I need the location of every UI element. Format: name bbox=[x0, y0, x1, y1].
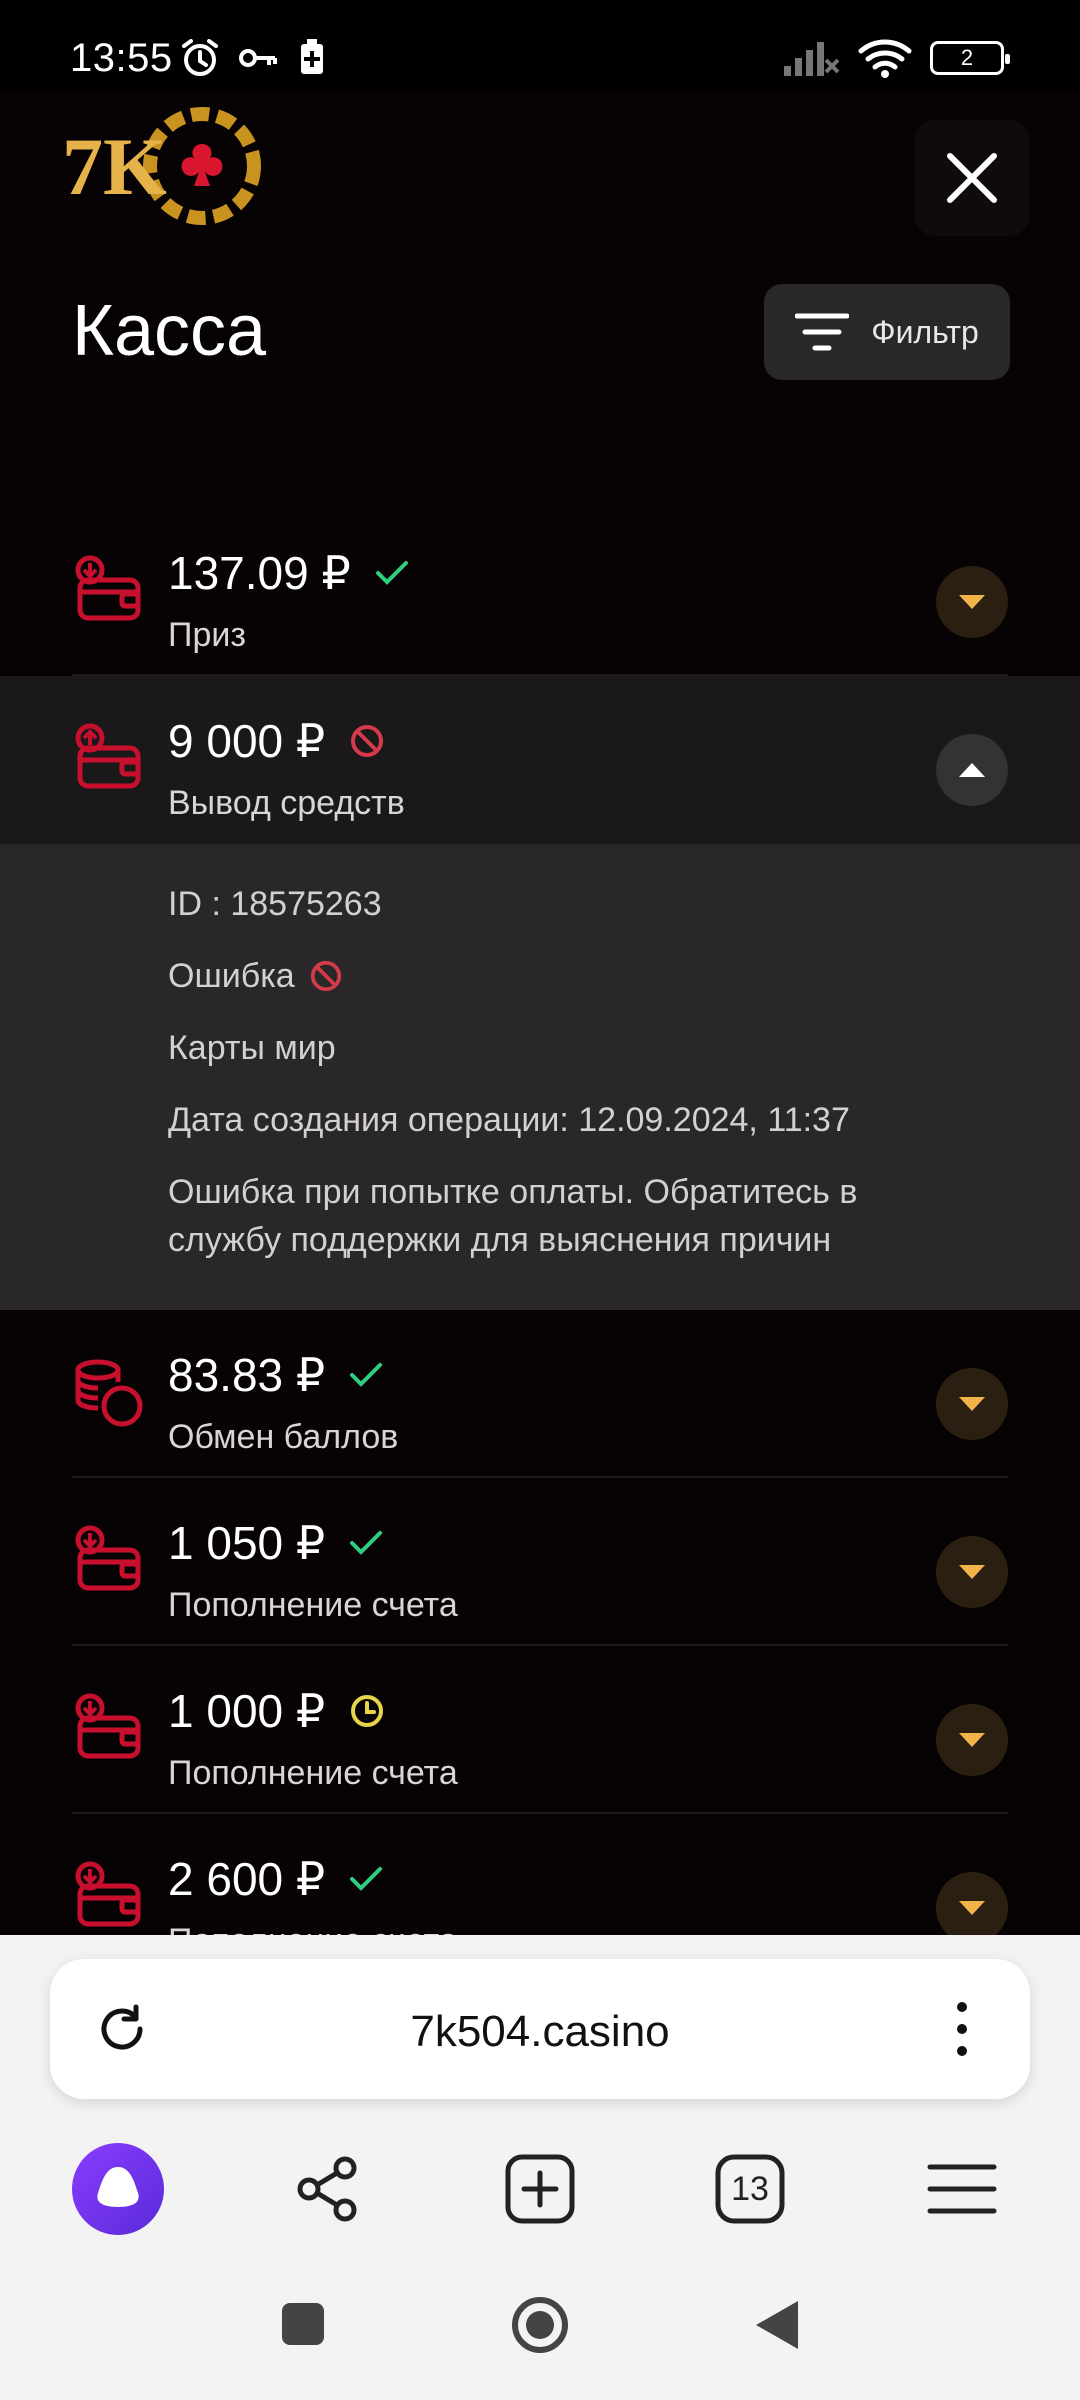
blocked-icon bbox=[351, 725, 384, 757]
blocked-icon bbox=[310, 960, 341, 992]
chevron-down-icon bbox=[959, 595, 985, 609]
svg-text:7K: 7K bbox=[62, 121, 167, 212]
signal-icon bbox=[784, 42, 840, 76]
transaction-type: Пополнение счета bbox=[168, 1586, 458, 1624]
share-icon bbox=[297, 2156, 357, 2222]
expand-button[interactable] bbox=[936, 1704, 1008, 1776]
check-icon bbox=[350, 1363, 383, 1387]
close-button[interactable] bbox=[914, 120, 1030, 236]
expand-button[interactable] bbox=[936, 1368, 1008, 1440]
page-title: Касса bbox=[72, 291, 267, 371]
transaction-row[interactable]: 1 000 ₽ Пополнение счета bbox=[0, 1646, 1080, 1814]
transaction-amount: 83.83 ₽ bbox=[168, 1349, 326, 1401]
transaction-row[interactable]: 83.83 ₽ Обмен баллов bbox=[0, 1310, 1080, 1478]
check-icon bbox=[350, 1531, 383, 1555]
status-time: 13:55 bbox=[70, 36, 173, 80]
plus-square-icon bbox=[505, 2154, 575, 2224]
expand-button[interactable] bbox=[936, 1536, 1008, 1608]
browser-bottom-nav: 13 bbox=[0, 2135, 1080, 2255]
brand-logo[interactable]: 7K bbox=[60, 100, 270, 230]
expand-button[interactable] bbox=[936, 566, 1008, 638]
transaction-row[interactable]: 137.09 ₽ Приз bbox=[0, 508, 1080, 676]
system-navigation bbox=[0, 2285, 1080, 2400]
clock-icon bbox=[351, 1695, 384, 1727]
status-icons-left bbox=[178, 34, 330, 82]
hamburger-icon bbox=[927, 2164, 997, 2214]
address-bar[interactable]: 7k504.casino bbox=[50, 1959, 1030, 2099]
wifi-icon bbox=[858, 39, 912, 78]
check-icon bbox=[375, 561, 408, 585]
chevron-down-icon bbox=[959, 1565, 985, 1579]
tabs-count: 13 bbox=[731, 2169, 769, 2208]
alarm-icon bbox=[182, 39, 218, 76]
transaction-row[interactable]: 1 050 ₽ Пополнение счета bbox=[0, 1478, 1080, 1646]
details-id: ID : 18575263 bbox=[168, 885, 382, 923]
details-status-row: Ошибка bbox=[168, 952, 1080, 1000]
transaction-type: Вывод средств bbox=[168, 784, 405, 822]
chevron-up-icon bbox=[959, 763, 985, 777]
transaction-type: Пополнение счета bbox=[168, 1754, 458, 1792]
transaction-amount: 1 000 ₽ bbox=[168, 1685, 326, 1737]
wallet-in-icon bbox=[75, 1861, 141, 1927]
battery-saver-icon bbox=[301, 39, 323, 74]
close-icon bbox=[947, 153, 997, 203]
alice-icon bbox=[72, 2143, 164, 2235]
filter-icon bbox=[795, 313, 850, 351]
coins-icon bbox=[75, 1359, 143, 1427]
transaction-details: ID : 18575263 Ошибка Карты мир Дата созд… bbox=[0, 844, 1080, 1310]
transaction-amount: 2 600 ₽ bbox=[168, 1853, 326, 1905]
status-bar: 13:55 2 bbox=[0, 0, 1080, 90]
transaction-row[interactable]: 9 000 ₽ Вывод средств bbox=[0, 676, 1080, 844]
cashier-panel: 7K Касса Фильтр 137.09 ₽ Приз 9 000 ₽ Вы… bbox=[0, 90, 1080, 1982]
transaction-amount: 1 050 ₽ bbox=[168, 1517, 326, 1569]
collapse-button[interactable] bbox=[936, 734, 1008, 806]
wallet-in-icon bbox=[75, 555, 141, 621]
transaction-type: Приз bbox=[168, 616, 246, 654]
chevron-down-icon bbox=[959, 1733, 985, 1747]
new-tab-button[interactable] bbox=[492, 2141, 588, 2237]
wallet-out-icon bbox=[75, 723, 141, 789]
transaction-amount: 9 000 ₽ bbox=[168, 715, 326, 767]
alice-button[interactable] bbox=[70, 2141, 166, 2237]
tabs-button[interactable]: 13 bbox=[702, 2141, 798, 2237]
url-text[interactable]: 7k504.casino bbox=[50, 2007, 1030, 2057]
battery-indicator: 2 bbox=[930, 41, 1010, 75]
key-icon bbox=[239, 49, 277, 67]
wallet-in-icon bbox=[75, 1693, 141, 1759]
more-vert-icon[interactable] bbox=[952, 1999, 972, 2059]
back-icon[interactable] bbox=[752, 2297, 802, 2353]
check-icon bbox=[350, 1867, 383, 1891]
details-date: Дата создания операции: 12.09.2024, 11:3… bbox=[168, 1101, 850, 1139]
wallet-in-icon bbox=[75, 1525, 141, 1591]
chevron-down-icon bbox=[959, 1397, 985, 1411]
recents-icon[interactable] bbox=[280, 2301, 326, 2347]
expand-button[interactable] bbox=[936, 1872, 1008, 1944]
details-status: Ошибка bbox=[168, 957, 295, 995]
transaction-type: Обмен баллов bbox=[168, 1418, 399, 1456]
transaction-amount: 137.09 ₽ bbox=[168, 547, 351, 599]
menu-button[interactable] bbox=[914, 2141, 1010, 2237]
chevron-down-icon bbox=[959, 1901, 985, 1915]
share-button[interactable] bbox=[280, 2141, 376, 2237]
details-method: Карты мир bbox=[168, 1029, 336, 1067]
filter-button[interactable]: Фильтр bbox=[764, 284, 1010, 380]
home-icon[interactable] bbox=[510, 2295, 570, 2355]
browser-toolbar: 7k504.casino 13 bbox=[0, 1935, 1080, 2400]
details-message: Ошибка при попытке оплаты. Обратитесь в … bbox=[168, 1173, 858, 1259]
status-icons-right: 2 bbox=[782, 34, 1010, 82]
filter-label: Фильтр bbox=[871, 313, 979, 350]
transaction-list: 137.09 ₽ Приз 9 000 ₽ Вывод средств ID :… bbox=[0, 508, 1080, 1982]
